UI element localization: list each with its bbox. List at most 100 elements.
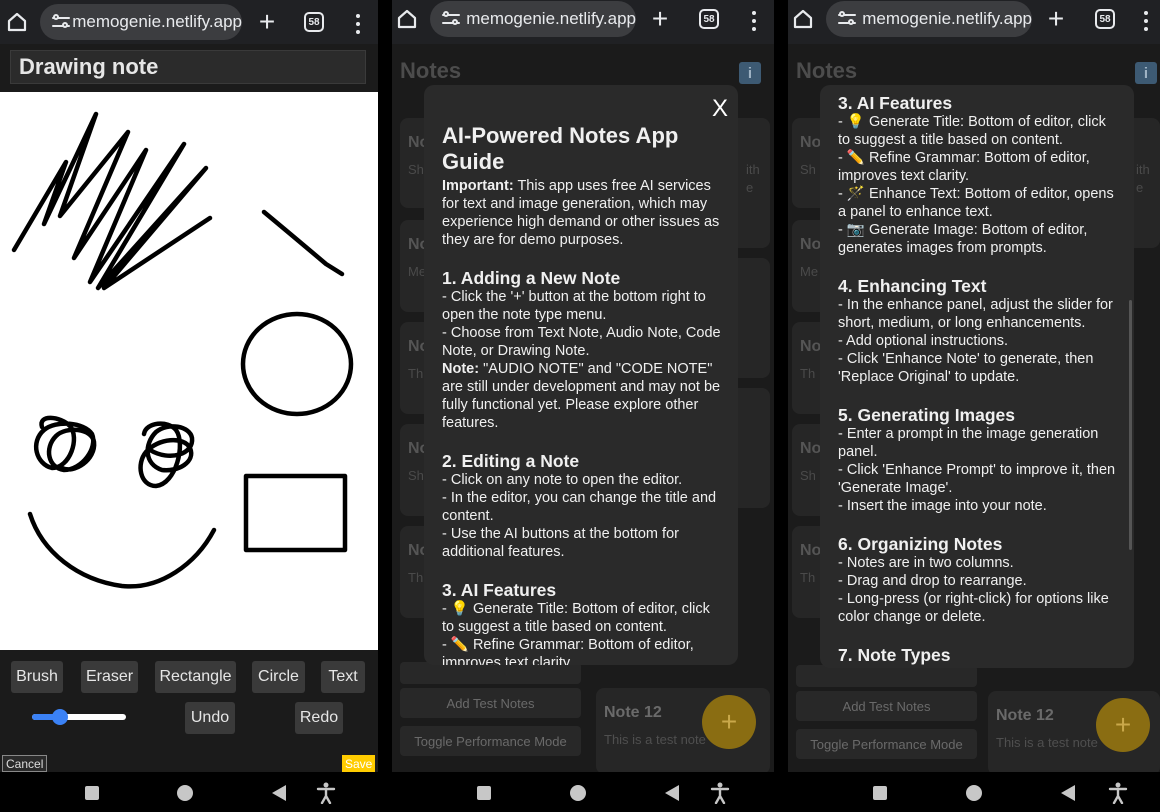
- right-eye-scribble: [138, 421, 195, 489]
- home-icon[interactable]: [6, 11, 28, 33]
- tab-count-icon[interactable]: 58: [1095, 9, 1115, 29]
- guide-line: - Use the AI buttons at the bottom for a…: [442, 526, 679, 560]
- home-nav-icon[interactable]: [177, 785, 193, 801]
- guide-line: - In the enhance panel, adjust the slide…: [838, 297, 1113, 331]
- new-tab-icon[interactable]: +: [649, 3, 671, 34]
- guide-line: - In the editor, you can change the titl…: [442, 490, 717, 524]
- guide-line: - Enter a prompt in the image generation…: [838, 426, 1099, 460]
- home-icon[interactable]: [792, 8, 814, 30]
- back-icon[interactable]: [272, 785, 286, 801]
- tab-count-icon[interactable]: 58: [699, 9, 719, 29]
- back-icon[interactable]: [1061, 785, 1075, 801]
- back-icon[interactable]: [665, 785, 679, 801]
- section-3-title: 3. AI Features: [442, 580, 557, 600]
- url-text: memogenie.netlify.app: [466, 9, 636, 28]
- hidden-button[interactable]: [796, 665, 977, 687]
- circle-button[interactable]: Circle: [252, 661, 305, 693]
- section-2-title: 2. Editing a Note: [442, 451, 580, 471]
- guide-line: - 💡 Generate Title: Bottom of editor, cl…: [838, 114, 1106, 148]
- guide-line: - ✏️ Refine Grammar: Bottom of editor, i…: [442, 637, 694, 665]
- guide-modal[interactable]: 3. AI Features - 💡 Generate Title: Botto…: [820, 85, 1134, 668]
- accessibility-icon[interactable]: [316, 782, 336, 805]
- zigzag-stroke: [11, 111, 213, 291]
- line-stroke: [261, 209, 345, 277]
- cancel-button[interactable]: Cancel: [2, 755, 48, 772]
- left-eye-scribble: [33, 415, 97, 473]
- guide-line: - ✏️ Refine Grammar: Bottom of editor, i…: [838, 150, 1090, 184]
- text-button[interactable]: Text: [321, 661, 365, 693]
- notes-screen-guide-top: memogenie.netlify.app + 58 Notes i No Sh …: [392, 0, 774, 812]
- url-text: memogenie.netlify.app: [862, 9, 1032, 28]
- guide-line: - Choose from Text Note, Audio Note, Cod…: [442, 325, 721, 359]
- drawing-canvas[interactable]: [0, 92, 378, 650]
- site-settings-icon[interactable]: [52, 14, 70, 29]
- recents-icon[interactable]: [85, 786, 99, 800]
- url-bar[interactable]: memogenie.netlify.app: [430, 1, 636, 37]
- system-navbar: [392, 772, 774, 812]
- guide-line: - Notes are in two columns.: [838, 555, 1014, 571]
- section-3-title: 3. AI Features: [838, 93, 953, 113]
- rectangle-button[interactable]: Rectangle: [155, 661, 236, 693]
- guide-title: AI-Powered Notes App Guide: [442, 123, 679, 174]
- smile-stroke: [27, 511, 217, 589]
- add-note-fab[interactable]: +: [1096, 698, 1150, 752]
- guide-line: - Click 'Enhance Note' to generate, then…: [838, 351, 1094, 385]
- site-settings-icon[interactable]: [838, 11, 856, 26]
- toggle-performance-button[interactable]: Toggle Performance Mode: [400, 726, 581, 756]
- accessibility-icon[interactable]: [1108, 782, 1128, 805]
- system-navbar: [0, 772, 378, 812]
- url-text: memogenie.netlify.app: [72, 12, 242, 31]
- menu-icon[interactable]: [752, 11, 756, 31]
- home-icon[interactable]: [396, 8, 418, 30]
- guide-line: - 💡 Generate Title: Bottom of editor, cl…: [442, 601, 710, 635]
- guide-line: - Click on any note to open the editor.: [442, 472, 683, 488]
- info-icon[interactable]: i: [1135, 62, 1157, 84]
- menu-icon[interactable]: [356, 14, 360, 34]
- save-button[interactable]: Save: [342, 755, 376, 772]
- modal-scrollbar[interactable]: [1129, 300, 1132, 550]
- guide-line: - Click the '+' button at the bottom rig…: [442, 289, 706, 323]
- important-text: Important: This app uses free AI service…: [442, 178, 720, 248]
- circle-stroke: [240, 311, 354, 417]
- rectangle-stroke: [243, 473, 348, 553]
- add-note-fab[interactable]: +: [702, 695, 756, 749]
- brush-size-slider[interactable]: [32, 709, 126, 725]
- guide-modal[interactable]: X AI-Powered Notes App Guide Important: …: [424, 85, 738, 665]
- recents-icon[interactable]: [477, 786, 491, 800]
- redo-button[interactable]: Redo: [295, 702, 343, 734]
- note-title-input[interactable]: Drawing note: [10, 50, 366, 84]
- menu-icon[interactable]: [1144, 11, 1148, 31]
- add-test-notes-button[interactable]: Add Test Notes: [400, 688, 581, 718]
- guide-line: - Insert the image into your note.: [838, 498, 1047, 514]
- new-tab-icon[interactable]: +: [256, 6, 278, 37]
- browser-toolbar: memogenie.netlify.app + 58: [0, 0, 378, 44]
- accessibility-icon[interactable]: [710, 782, 730, 805]
- eraser-button[interactable]: Eraser: [81, 661, 138, 693]
- brush-button[interactable]: Brush: [11, 661, 63, 693]
- url-bar[interactable]: memogenie.netlify.app: [826, 1, 1032, 37]
- notes-header: Notes: [796, 58, 858, 83]
- add-test-notes-button[interactable]: Add Test Notes: [796, 691, 977, 721]
- toggle-performance-button[interactable]: Toggle Performance Mode: [796, 729, 977, 759]
- guide-content: 3. AI Features - 💡 Generate Title: Botto…: [838, 93, 1120, 665]
- system-navbar: [788, 772, 1160, 812]
- undo-button[interactable]: Undo: [185, 702, 235, 734]
- guide-line: - Long-press (or right-click) for option…: [838, 591, 1109, 625]
- guide-line: - Add optional instructions.: [838, 333, 1009, 349]
- section-5-title: 5. Generating Images: [838, 405, 1016, 425]
- tab-count-icon[interactable]: 58: [304, 12, 324, 32]
- guide-note: Note: "AUDIO NOTE" and "CODE NOTE" are s…: [442, 361, 721, 431]
- close-icon[interactable]: X: [712, 95, 728, 123]
- info-icon[interactable]: i: [739, 62, 761, 84]
- site-settings-icon[interactable]: [442, 11, 460, 26]
- drawing-strokes: [11, 111, 354, 589]
- guide-line: - Click 'Enhance Prompt' to improve it, …: [838, 462, 1116, 496]
- home-nav-icon[interactable]: [966, 785, 982, 801]
- home-nav-icon[interactable]: [570, 785, 586, 801]
- new-tab-icon[interactable]: +: [1045, 3, 1067, 34]
- url-bar[interactable]: memogenie.netlify.app: [40, 4, 242, 40]
- browser-toolbar: memogenie.netlify.app + 58: [392, 0, 774, 44]
- hidden-button[interactable]: [400, 662, 581, 684]
- recents-icon[interactable]: [873, 786, 887, 800]
- guide-line: - 📷 Generate Image: Bottom of editor, ge…: [838, 222, 1088, 256]
